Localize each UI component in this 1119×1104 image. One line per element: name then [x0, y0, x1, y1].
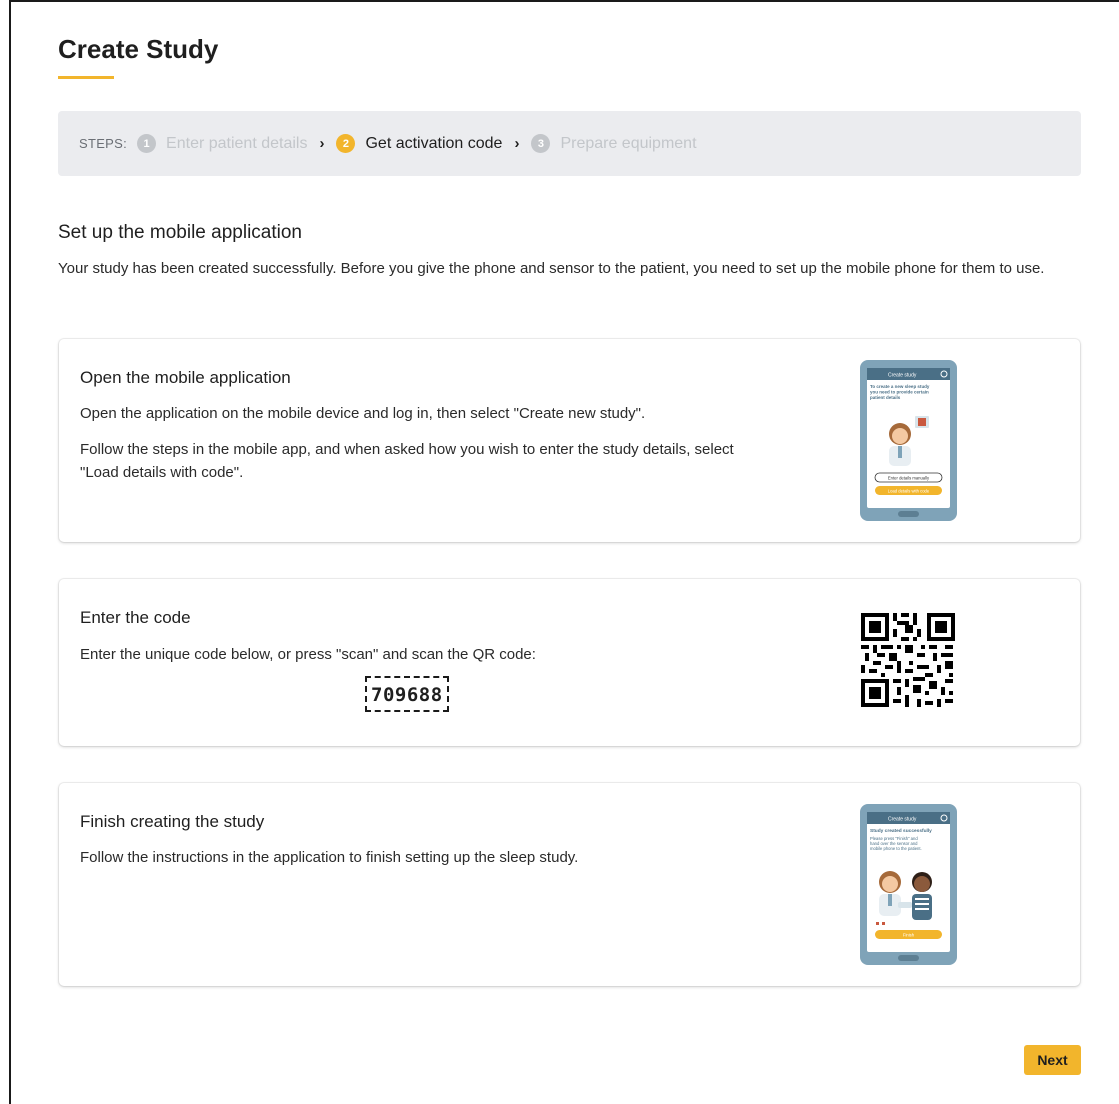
section-heading: Set up the mobile application	[58, 222, 302, 243]
svg-text:Load details with code: Load details with code	[888, 488, 930, 493]
card-title: Open the mobile application	[80, 368, 291, 387]
step-3-label: Prepare equipment	[560, 134, 697, 152]
title-underline	[58, 76, 114, 79]
section-description: Your study has been created successfully…	[58, 260, 1045, 277]
card-paragraph: Enter the unique code below, or press "s…	[80, 646, 536, 663]
phone-illustration-icon: Create study To create a new sleep study…	[860, 360, 957, 521]
next-button[interactable]: Next	[1024, 1045, 1081, 1075]
card-title: Finish creating the study	[80, 812, 265, 831]
step-3-number: 3	[531, 134, 551, 153]
card-paragraph: Follow the instructions in the applicati…	[80, 849, 579, 866]
step-2-label: Get activation code	[365, 134, 503, 152]
step-2-number: 2	[336, 134, 356, 153]
steps-breadcrumb: STEPS: 1 Enter patient details › 2 Get a…	[58, 111, 1081, 176]
phone-illustration-icon: Create study Study created successfully …	[860, 804, 957, 965]
steps-label: STEPS:	[79, 136, 128, 151]
step-1-label: Enter patient details	[166, 134, 308, 152]
phone-header-text: Create study	[888, 373, 917, 379]
card-enter-code: Enter the code Enter the unique code bel…	[59, 579, 1080, 746]
svg-text:Please press "Finish" and: Please press "Finish" and hand over the …	[870, 836, 922, 851]
card-title: Enter the code	[80, 608, 191, 627]
svg-text:Finish: Finish	[903, 932, 915, 937]
card-paragraph: Open the application on the mobile devic…	[80, 405, 646, 422]
card-finish-study: Finish creating the study Follow the ins…	[59, 783, 1080, 986]
page-title: Create Study	[58, 34, 219, 64]
activation-code: 709688	[365, 676, 449, 712]
svg-text:Create study: Create study	[888, 817, 917, 823]
chevron-right-icon: ›	[514, 135, 520, 152]
svg-text:Study created successfully: Study created successfully	[870, 828, 932, 834]
qr-code-icon[interactable]	[861, 613, 955, 707]
chevron-right-icon: ›	[319, 135, 325, 152]
card-open-app: Open the mobile application Open the app…	[59, 339, 1080, 542]
svg-text:Enter details manually: Enter details manually	[888, 475, 930, 480]
card-paragraph: Follow the steps in the mobile app, and …	[80, 441, 734, 481]
step-1-number: 1	[137, 134, 157, 153]
